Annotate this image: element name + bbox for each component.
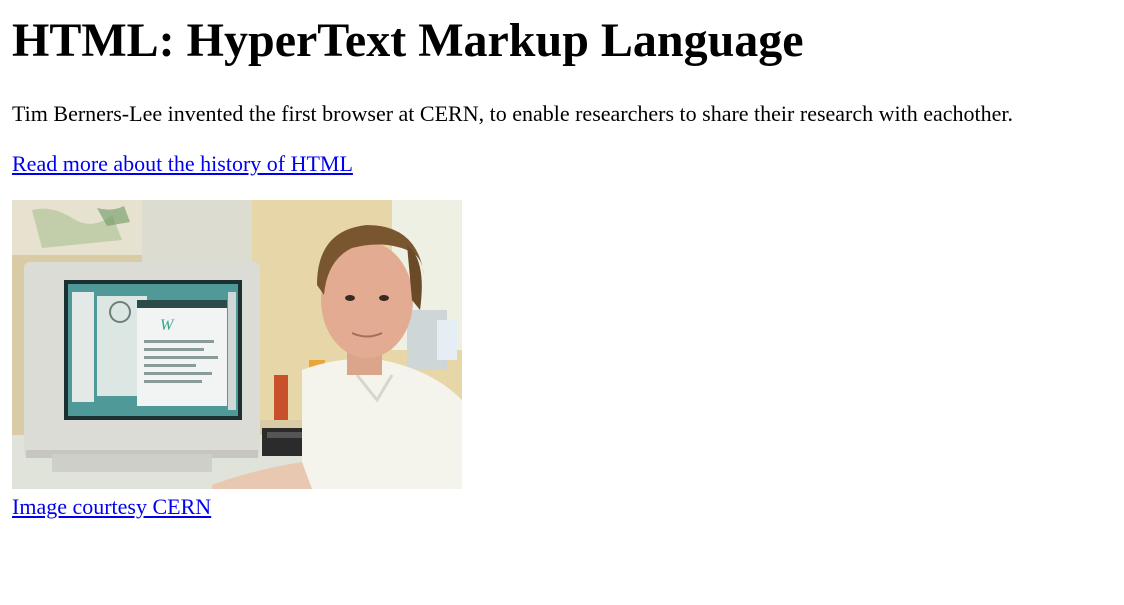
intro-paragraph: Tim Berners-Lee invented the first brows… xyxy=(12,101,1014,126)
page-content: HTML: HyperText Markup Language Tim Bern… xyxy=(0,14,1124,521)
berners-lee-photo: W xyxy=(12,200,462,489)
page-title: HTML: HyperText Markup Language xyxy=(12,14,804,67)
screen-w-letter: W xyxy=(160,317,175,334)
history-paragraph: Read more about the history of HTML xyxy=(12,150,1112,178)
history-link[interactable]: Read more about the history of HTML xyxy=(12,151,353,176)
image-credit-link[interactable]: Image courtesy CERN xyxy=(12,493,211,521)
